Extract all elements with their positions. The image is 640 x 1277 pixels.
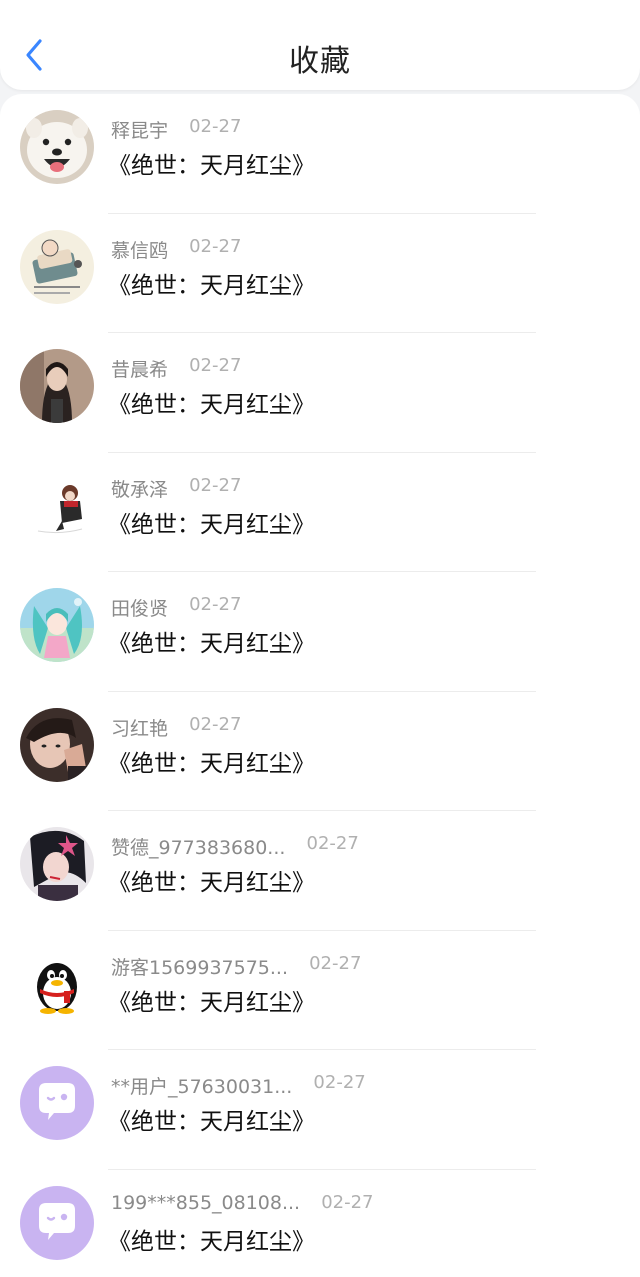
item-date: 02-27 — [189, 235, 242, 257]
user-name: 释昆宇 — [111, 120, 169, 142]
samoyed-dog-avatar[interactable] — [20, 110, 94, 184]
item-date: 02-27 — [321, 1191, 374, 1213]
anime-idol-avatar[interactable] — [20, 588, 94, 662]
book-title: 《绝世：天月红尘》 — [108, 870, 315, 896]
item-meta: 释昆宇 02-27 — [111, 116, 241, 144]
book-title: 《绝世：天月红尘》 — [108, 153, 315, 179]
list-item[interactable]: 敬承泽 02-27 《绝世：天月红尘》 — [0, 453, 640, 572]
item-date: 02-27 — [189, 355, 242, 376]
list-item[interactable]: 199***855_08108... 02-27 《绝世：天月红尘》 — [0, 1170, 640, 1277]
list-item[interactable]: 赞德_977383680... 02-27 《绝世：天月红尘》 — [0, 811, 640, 931]
item-date: 02-27 — [189, 713, 242, 735]
list-item[interactable]: 昔晨希 02-27 《绝世：天月红尘》 — [0, 333, 640, 453]
book-title: 《绝世：天月红尘》 — [108, 392, 315, 418]
anime-character-avatar[interactable] — [20, 468, 94, 543]
item-date: 02-27 — [189, 116, 242, 137]
user-name: 赞德_977383680... — [111, 837, 286, 859]
user-name: **用户_57630031... — [111, 1076, 293, 1098]
item-date: 02-27 — [309, 952, 362, 974]
chat-bubble-avatar[interactable] — [20, 1066, 94, 1140]
item-date: 02-27 — [313, 1072, 366, 1093]
item-meta: 赞德_977383680... 02-27 — [111, 833, 359, 861]
list-item[interactable]: 习红艳 02-27 《绝世：天月红尘》 — [0, 692, 640, 811]
item-meta: 习红艳 02-27 — [111, 714, 241, 742]
book-title: 《绝世：天月红尘》 — [108, 989, 315, 1016]
list-item[interactable]: 田俊贤 02-27 《绝世：天月红尘》 — [0, 572, 640, 692]
user-name: 199***855_08108... — [111, 1191, 301, 1214]
item-meta: 昔晨希 02-27 — [111, 355, 241, 383]
item-meta: 敬承泽 02-27 — [111, 475, 241, 503]
list-item[interactable]: 游客1569937575... 02-27 《绝世：天月红尘》 — [0, 931, 640, 1050]
girl-selfie-avatar[interactable] — [20, 707, 94, 782]
page-title: 收藏 — [289, 44, 351, 79]
item-meta: **用户_57630031... 02-27 — [111, 1072, 366, 1100]
user-name: 敬承泽 — [111, 478, 169, 501]
book-title: 《绝世：天月红尘》 — [108, 272, 315, 299]
book-title: 《绝世：天月红尘》 — [108, 511, 315, 538]
qq-penguin-avatar[interactable] — [20, 946, 94, 1021]
book-title: 《绝世：天月红尘》 — [108, 750, 315, 777]
girl-photo-avatar[interactable] — [20, 349, 94, 423]
book-title: 《绝世：天月红尘》 — [108, 1228, 315, 1255]
item-meta: 慕信鸥 02-27 — [111, 236, 241, 264]
anime-girl-avatar[interactable] — [20, 827, 94, 901]
book-title: 《绝世：天月红尘》 — [108, 631, 315, 657]
user-name: 习红艳 — [111, 717, 169, 740]
item-date: 02-27 — [189, 474, 242, 496]
chat-bubble-avatar[interactable] — [20, 1185, 94, 1260]
list-item[interactable]: 慕信鸥 02-27 《绝世：天月红尘》 — [0, 214, 640, 333]
list-item[interactable]: **用户_57630031... 02-27 《绝世：天月红尘》 — [0, 1050, 640, 1170]
list-item[interactable]: 释昆宇 02-27 《绝世：天月红尘》 — [0, 94, 640, 214]
item-date: 02-27 — [189, 594, 242, 615]
item-meta: 田俊贤 02-27 — [111, 594, 241, 622]
book-title: 《绝世：天月红尘》 — [108, 1109, 315, 1135]
user-name: 田俊贤 — [111, 598, 169, 620]
cartoon-baby-avatar[interactable] — [20, 229, 94, 304]
user-name: 游客1569937575... — [111, 956, 289, 979]
favorites-list: 释昆宇 02-27 《绝世：天月红尘》 慕信鸥 02-27 《绝世：天月红尘》 — [0, 94, 640, 1277]
user-name: 慕信鸥 — [111, 239, 169, 262]
item-date: 02-27 — [306, 833, 359, 854]
item-meta: 游客1569937575... 02-27 — [111, 953, 361, 981]
top-bar: 收藏 — [0, 0, 640, 90]
item-meta: 199***855_08108... 02-27 — [111, 1192, 374, 1220]
user-name: 昔晨希 — [111, 359, 169, 381]
